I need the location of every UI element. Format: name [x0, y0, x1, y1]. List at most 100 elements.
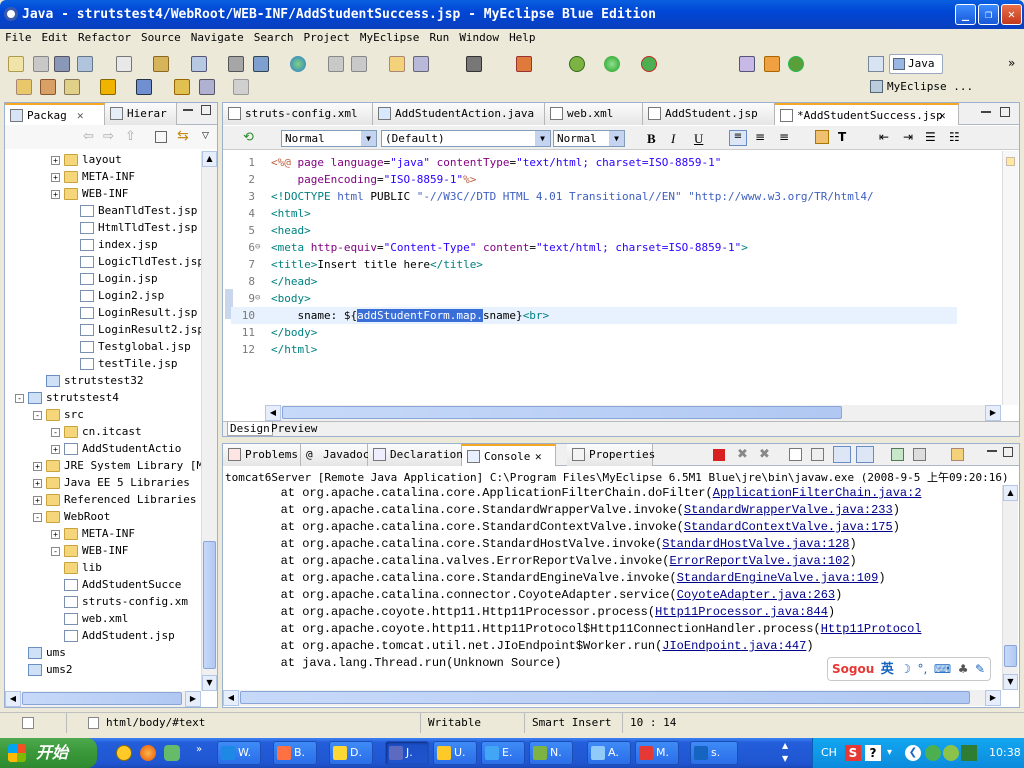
- tab-console[interactable]: Console ✕: [462, 444, 556, 466]
- minimize-view-icon[interactable]: [183, 109, 193, 111]
- tree-item[interactable]: - strutstest4: [15, 389, 119, 406]
- quicklaunch-app-icon[interactable]: [164, 745, 180, 761]
- copy-icon[interactable]: [351, 56, 367, 72]
- menu-run[interactable]: Run: [424, 29, 454, 47]
- tab-web-xml[interactable]: web.xml: [545, 103, 643, 125]
- up-icon[interactable]: ⇧: [125, 129, 136, 144]
- quicklaunch-firefox-icon[interactable]: [140, 745, 156, 761]
- collapse-icon[interactable]: -: [15, 393, 24, 403]
- tree-item[interactable]: + AddStudentActio: [51, 440, 181, 457]
- outdent-icon[interactable]: ⇥: [903, 130, 913, 144]
- remove-launch-icon[interactable]: ✖: [737, 447, 748, 462]
- tree-item[interactable]: BeanTldTest.jsp: [67, 202, 197, 219]
- highlight-icon[interactable]: [815, 130, 829, 144]
- stacktrace-link[interactable]: StandardEngineValve.java:109: [677, 571, 879, 585]
- taskbar-button[interactable]: E.: [481, 741, 525, 765]
- close-tab-icon[interactable]: ✕: [939, 105, 946, 127]
- save-all-icon[interactable]: [54, 56, 70, 72]
- tree-item[interactable]: AddStudentSucce: [51, 576, 181, 593]
- code-line[interactable]: 6 ⊖ <meta http-equiv="Content-Type" conten…: [231, 239, 957, 256]
- indent-icon[interactable]: ⇤: [879, 130, 889, 144]
- open-perspective-icon[interactable]: [868, 56, 884, 72]
- start-button[interactable]: 开始: [0, 738, 97, 768]
- code-line[interactable]: 5 <head>: [231, 222, 957, 239]
- browser-icon[interactable]: [290, 56, 306, 72]
- tab-preview[interactable]: Preview: [271, 422, 317, 435]
- tab-addstudentsuccess-jsp[interactable]: *AddStudentSuccess.jsp ✕: [775, 103, 959, 125]
- stacktrace-link[interactable]: JIoEndpoint.java:447: [662, 639, 806, 653]
- tree-item[interactable]: - WEB-INF: [51, 542, 128, 559]
- console-horizontal-scrollbar[interactable]: ◀ ▶: [223, 690, 1001, 706]
- tree-item[interactable]: ums2: [15, 661, 73, 678]
- collapse-all-icon[interactable]: [155, 131, 167, 143]
- menu-refactor[interactable]: Refactor: [73, 29, 136, 47]
- expand-icon[interactable]: +: [33, 478, 42, 488]
- security-tray-icon[interactable]: [943, 745, 959, 761]
- help-tray-icon[interactable]: ?: [865, 745, 881, 761]
- scroll-left-icon[interactable]: ◀: [223, 690, 239, 706]
- server-icon[interactable]: [191, 56, 207, 72]
- warning-marker-icon[interactable]: [1006, 157, 1015, 166]
- stacktrace-link[interactable]: ApplicationFilterChain.java:2: [713, 486, 922, 500]
- tree-item[interactable]: struts-config.xm: [51, 593, 188, 610]
- scroll-down-icon[interactable]: ▼: [1003, 674, 1018, 690]
- prev-annotation-icon[interactable]: [136, 79, 152, 95]
- taskbar-button[interactable]: J.: [385, 741, 429, 765]
- tree-item[interactable]: Login.jsp: [67, 270, 158, 287]
- package-icon[interactable]: [516, 56, 532, 72]
- tree-item[interactable]: Login2.jsp: [67, 287, 164, 304]
- tab-properties[interactable]: Properties: [567, 444, 655, 466]
- tab-declaration[interactable]: Declaration: [368, 444, 463, 466]
- status-tray-icon[interactable]: [961, 745, 977, 761]
- editor-overview-ruler[interactable]: [1002, 151, 1018, 405]
- menu-search[interactable]: Search: [249, 29, 299, 47]
- stacktrace-link[interactable]: StandardContextValve.java:175: [684, 520, 893, 534]
- stacktrace-link[interactable]: Http11Protocol: [821, 622, 922, 636]
- open-type-icon[interactable]: [116, 56, 132, 72]
- stacktrace-link[interactable]: StandardWrapperValve.java:233: [684, 503, 893, 517]
- align-center-icon[interactable]: ≡: [755, 130, 765, 144]
- align-right-icon[interactable]: ≡: [779, 130, 789, 144]
- edit-icon[interactable]: [40, 79, 56, 95]
- perspective-myeclipse[interactable]: MyEclipse ...: [869, 78, 999, 96]
- run-server-icon[interactable]: [228, 56, 244, 72]
- tree-item[interactable]: index.jsp: [67, 236, 158, 253]
- deploy-icon[interactable]: [153, 56, 169, 72]
- collapse-icon[interactable]: -: [33, 512, 42, 522]
- more-chevron-icon[interactable]: »: [1008, 56, 1015, 70]
- quicklaunch-msn-icon[interactable]: [116, 745, 132, 761]
- align-left-icon[interactable]: ≡: [729, 130, 747, 146]
- back-icon[interactable]: [199, 79, 215, 95]
- code-line[interactable]: 8 </head>: [231, 273, 957, 290]
- scroll-lock-icon[interactable]: [811, 448, 824, 461]
- print-icon[interactable]: [77, 56, 93, 72]
- tab-problems[interactable]: Problems: [223, 444, 301, 466]
- tree-item[interactable]: HtmlTldTest.jsp: [67, 219, 197, 236]
- font-size-select[interactable]: Normal ▼: [553, 130, 625, 147]
- new-icon[interactable]: [8, 56, 24, 72]
- scroll-right-icon[interactable]: ▶: [185, 691, 201, 707]
- scroll-up-icon[interactable]: ▲: [1003, 485, 1018, 501]
- perspective-java[interactable]: Java: [889, 54, 943, 74]
- taskbar-button[interactable]: D.: [329, 741, 373, 765]
- console-vertical-scrollbar[interactable]: ▲ ▼: [1002, 485, 1018, 690]
- tree-item[interactable]: strutstest32: [33, 372, 143, 389]
- tab-package-explorer[interactable]: Packag ✕: [5, 103, 105, 125]
- editor-horizontal-scrollbar[interactable]: ◀ ▶: [265, 405, 1001, 421]
- open-console-icon[interactable]: [951, 448, 964, 461]
- menu-navigate[interactable]: Navigate: [186, 29, 249, 47]
- bold-button[interactable]: B: [647, 131, 656, 147]
- tree-item[interactable]: + JRE System Library [My: [33, 457, 201, 474]
- tree-item[interactable]: LoginResult2.jsp: [67, 321, 201, 338]
- maximize-button[interactable]: ❐: [978, 4, 999, 25]
- ime-skin-icon[interactable]: ♣: [958, 662, 969, 676]
- debug-icon[interactable]: [569, 56, 585, 72]
- window-title-bar[interactable]: Java - strutstest4/WebRoot/WEB-INF/AddSt…: [0, 0, 1024, 29]
- ime-tools-icon[interactable]: ✎: [975, 662, 985, 676]
- stacktrace-link[interactable]: CoyoteAdapter.java:263: [677, 588, 835, 602]
- tree-item[interactable]: testTile.jsp: [67, 355, 177, 372]
- maximize-editor-icon[interactable]: [1000, 107, 1010, 117]
- code-line[interactable]: 9 ⊖ <body>: [231, 290, 957, 307]
- tray-expand-icon[interactable]: ❮: [905, 745, 921, 761]
- fold-icon[interactable]: ⊖: [255, 290, 260, 307]
